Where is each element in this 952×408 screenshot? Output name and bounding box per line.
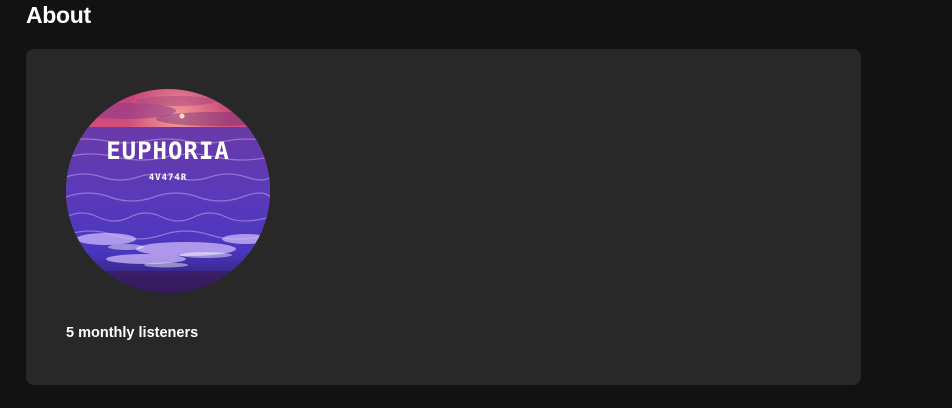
artist-image[interactable]: EUPHORIA 4V474R: [66, 89, 270, 293]
section-title: About: [26, 2, 91, 28]
about-card[interactable]: EUPHORIA 4V474R 5 monthly listeners: [26, 49, 861, 385]
svg-text:EUPHORIA: EUPHORIA: [106, 137, 230, 165]
artist-image-art: EUPHORIA 4V474R: [66, 89, 270, 293]
monthly-listeners: 5 monthly listeners: [66, 325, 199, 341]
svg-text:4V474R: 4V474R: [149, 173, 188, 183]
